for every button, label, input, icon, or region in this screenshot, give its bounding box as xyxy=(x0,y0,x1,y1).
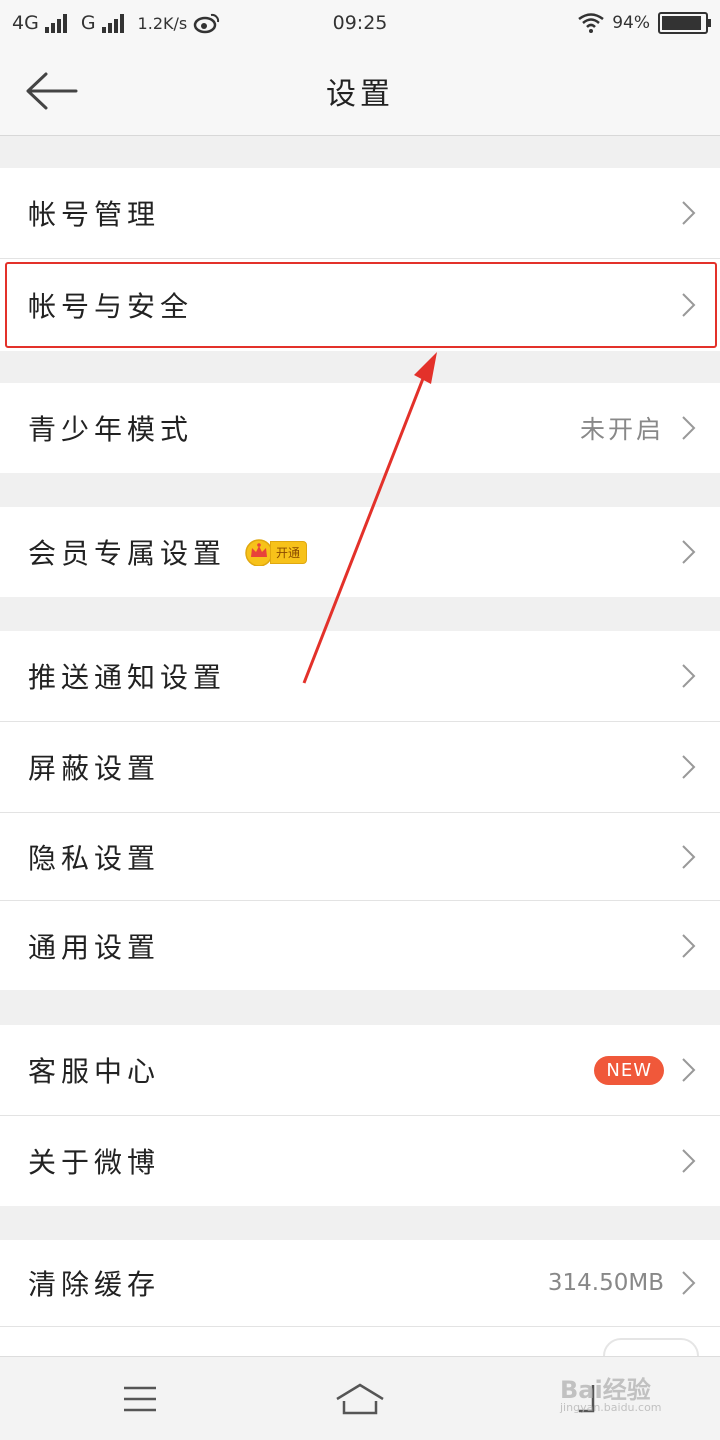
row-label: 隐私设置 xyxy=(28,841,161,875)
row-general-settings[interactable]: 通用设置 xyxy=(0,901,720,990)
menu-icon xyxy=(124,1386,156,1412)
watermark-text: Bai经验 xyxy=(560,1376,651,1404)
row-privacy-settings[interactable]: 隐私设置 xyxy=(0,813,720,900)
row-customer-service[interactable]: 客服中心 NEW xyxy=(0,1025,720,1115)
home-button[interactable] xyxy=(330,1379,390,1419)
annotation-arrow xyxy=(302,352,437,684)
row-label: 清除缓存 xyxy=(28,1268,161,1301)
row-label: 客服中心 xyxy=(28,1055,161,1088)
chevron-right-icon xyxy=(682,1058,696,1082)
new-badge: NEW xyxy=(594,1055,664,1085)
row-label: 通用设置 xyxy=(28,930,161,964)
row-about-weibo[interactable]: 关于微博 xyxy=(0,1116,720,1206)
row-label: 关于微博 xyxy=(28,1146,161,1179)
home-icon xyxy=(336,1383,384,1415)
chevron-right-icon xyxy=(682,1271,696,1295)
row-block-settings[interactable]: 屏蔽设置 xyxy=(0,722,720,812)
row-clear-cache[interactable]: 清除缓存 314.50MB xyxy=(0,1240,720,1326)
cache-size: 314.50MB xyxy=(547,1270,664,1296)
chevron-right-icon xyxy=(682,755,696,779)
chevron-right-icon xyxy=(682,844,696,869)
chevron-right-icon xyxy=(682,933,696,958)
menu-button[interactable] xyxy=(110,1379,170,1419)
chevron-right-icon xyxy=(682,1149,696,1173)
row-label: 屏蔽设置 xyxy=(28,752,161,785)
watermark-subtext: jingyan.baidu.com xyxy=(560,1401,662,1414)
baidu-watermark: Bai经验 jingyan.baidu.com xyxy=(560,1370,710,1420)
